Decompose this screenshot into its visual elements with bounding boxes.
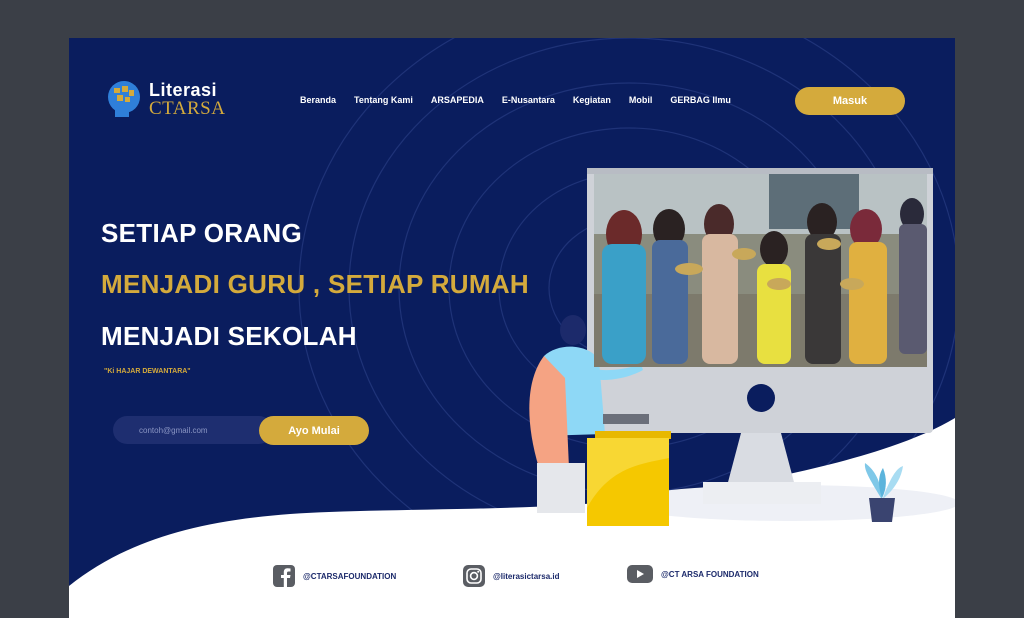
facebook-handle: @CTARSAFOUNDATION — [303, 571, 397, 581]
email-field[interactable] — [139, 416, 249, 444]
instagram-handle: @literasictarsa.id — [493, 571, 560, 581]
youtube-icon — [627, 565, 653, 583]
instagram-icon — [463, 565, 485, 587]
hero-line-3: MENJADI SEKOLAH — [101, 321, 357, 351]
hero-line-1: SETIAP ORANG — [101, 218, 303, 248]
hero-quote: "Ki HAJAR DEWANTARA" — [104, 368, 191, 375]
facebook-icon — [273, 565, 295, 587]
start-button[interactable]: Ayo Mulai — [259, 416, 369, 445]
youtube-link[interactable]: @CT ARSA FOUNDATION — [627, 565, 759, 583]
email-field-container — [113, 416, 273, 444]
instagram-link[interactable]: @literasictarsa.id — [463, 565, 560, 587]
hero-photo — [594, 174, 927, 367]
youtube-handle: @CT ARSA FOUNDATION — [661, 569, 759, 579]
hero-line-2: MENJADI GURU , SETIAP RUMAH — [101, 269, 529, 299]
facebook-link[interactable]: @CTARSAFOUNDATION — [273, 565, 396, 587]
landing-page: Literasi CTARSA Beranda Tentang Kami ARS… — [69, 38, 955, 618]
